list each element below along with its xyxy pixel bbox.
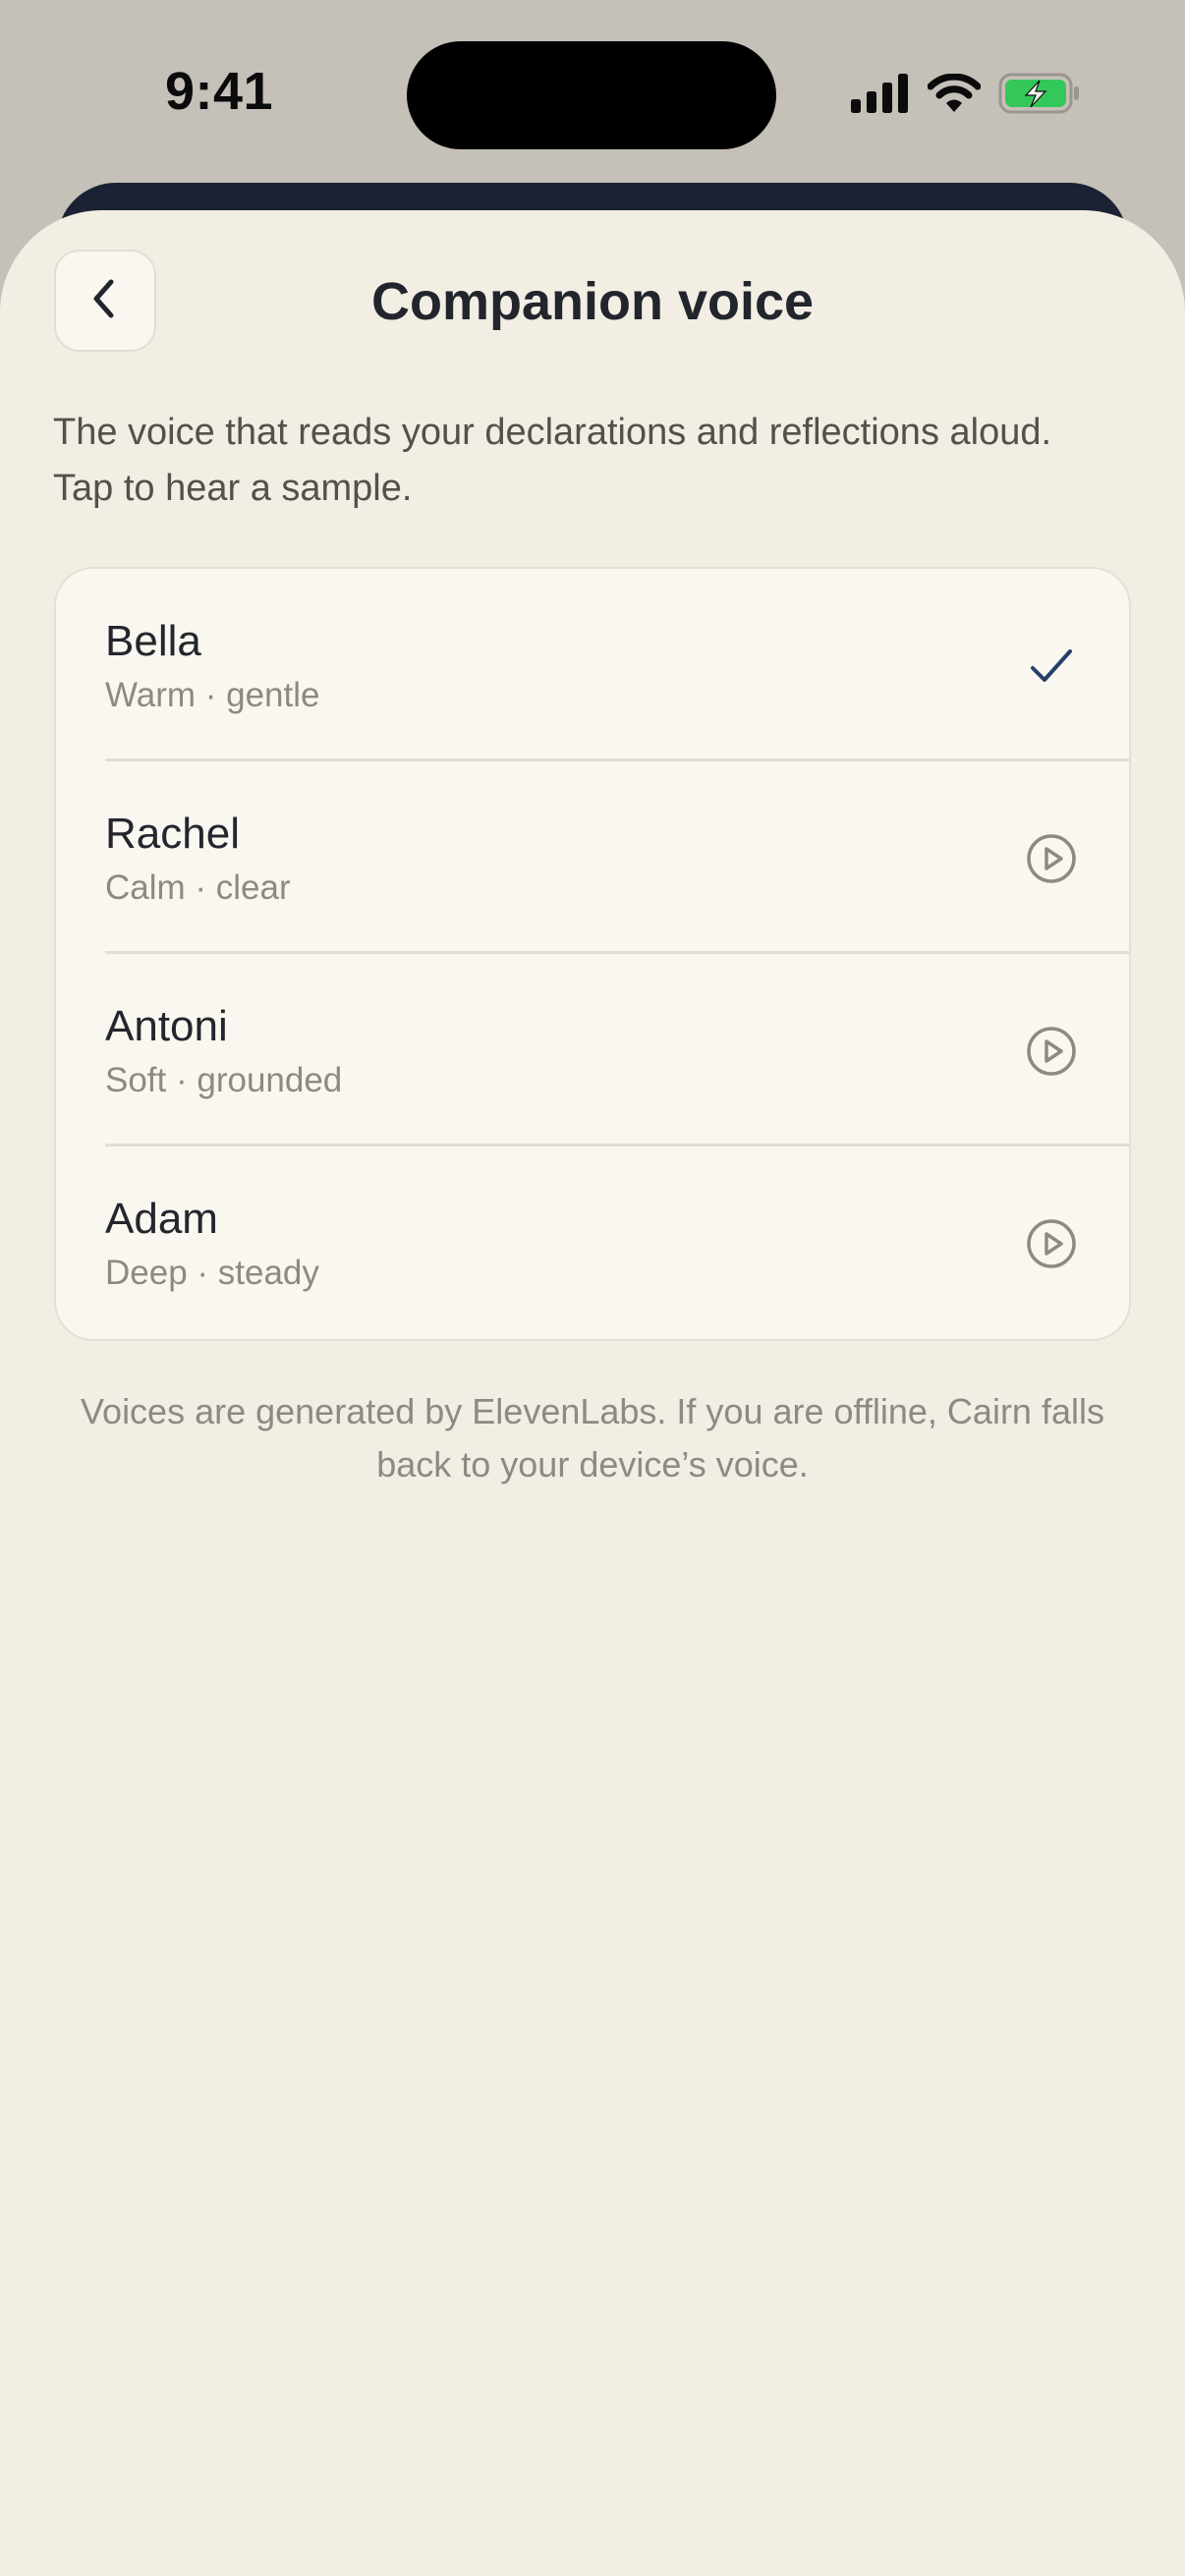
play-circle-icon[interactable] — [1025, 1217, 1078, 1270]
voice-option-antoni[interactable]: Antoni Soft · grounded — [56, 954, 1129, 1147]
status-bar: 9:41 — [0, 0, 1185, 187]
play-circle-icon[interactable] — [1025, 1025, 1078, 1078]
cellular-signal-icon — [851, 73, 910, 118]
voice-option-adam[interactable]: Adam Deep · steady — [56, 1147, 1129, 1339]
dynamic-island — [407, 41, 776, 149]
intro-text: The voice that reads your declarations a… — [53, 412, 1052, 509]
voice-option-rachel[interactable]: Rachel Calm · clear — [56, 761, 1129, 954]
voice-list: Bella Warm · gentle Rachel Calm · clear … — [54, 567, 1131, 1341]
voice-description: Soft · grounded — [105, 1061, 343, 1099]
voice-name: Bella — [105, 617, 201, 665]
page-title: Companion voice — [370, 272, 815, 331]
voice-option-bella[interactable]: Bella Warm · gentle — [56, 569, 1129, 761]
voice-description: Calm · clear — [105, 868, 291, 907]
voice-description: Deep · steady — [105, 1254, 319, 1292]
voice-name: Rachel — [105, 810, 240, 858]
status-icons — [851, 73, 1081, 118]
battery-charging-icon — [998, 73, 1081, 119]
wifi-icon — [927, 73, 982, 118]
voice-settings-sheet: Companion voice The voice that reads you… — [0, 210, 1185, 2576]
status-time: 9:41 — [165, 62, 274, 121]
voice-name: Antoni — [105, 1002, 228, 1050]
play-circle-icon[interactable] — [1025, 832, 1078, 885]
voice-description: Warm · gentle — [105, 676, 320, 714]
checkmark-icon — [1025, 640, 1078, 693]
voice-name: Adam — [105, 1195, 218, 1243]
footer-note: Voices are generated by ElevenLabs. If y… — [81, 1391, 1104, 1484]
